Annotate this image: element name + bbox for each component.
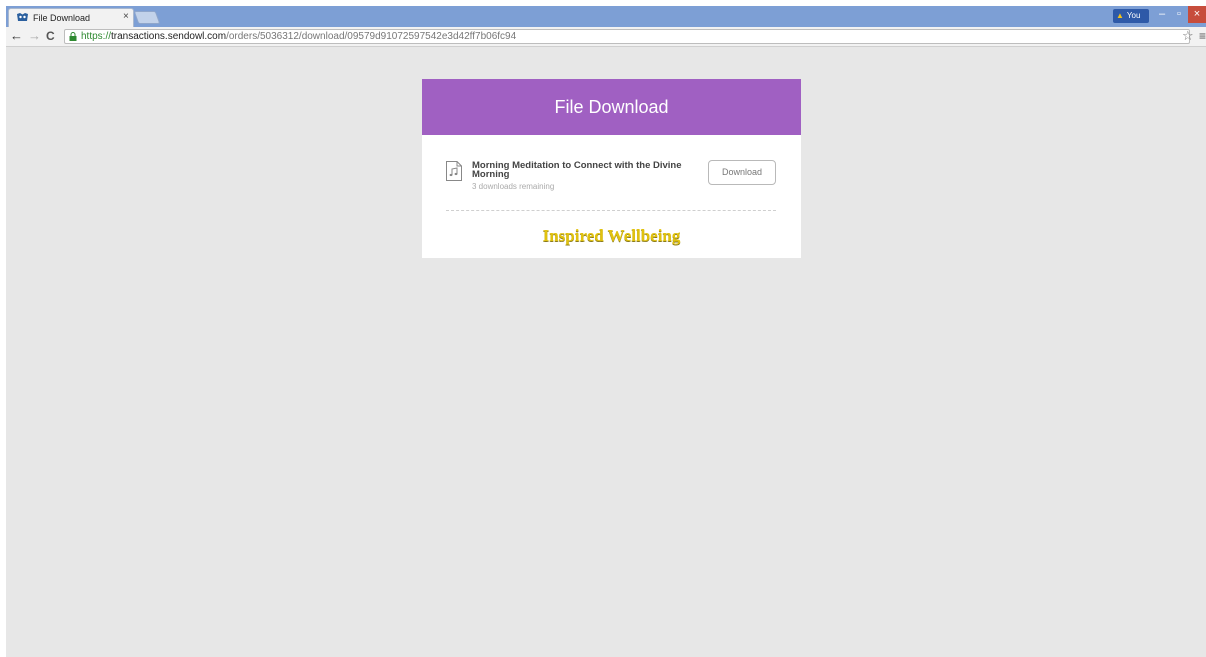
- download-card: File Download Morning Meditation to Conn…: [422, 79, 801, 258]
- new-tab-button[interactable]: [133, 11, 161, 24]
- url-scheme: https://: [81, 31, 112, 42]
- address-bar[interactable]: https://transactions.sendowl.com/orders/…: [64, 29, 1190, 44]
- file-name: Morning Meditation to Connect with the D…: [472, 160, 682, 180]
- minimize-button[interactable]: –: [1154, 6, 1170, 23]
- tab-strip: File Download × ▲ You – ▫ ×: [6, 6, 1206, 27]
- browser-window: File Download × ▲ You – ▫ × ← → C https:/…: [6, 6, 1206, 657]
- reload-icon[interactable]: C: [46, 28, 55, 44]
- restore-button[interactable]: ▫: [1171, 6, 1187, 23]
- brand-logo: Inspired Wellbeing: [542, 226, 681, 245]
- page-title: File Download: [422, 79, 801, 135]
- url-text: https://transactions.sendowl.com/orders/…: [81, 31, 516, 43]
- close-window-button[interactable]: ×: [1188, 6, 1206, 23]
- warning-icon: ▲: [1116, 11, 1124, 20]
- audio-file-icon: [446, 161, 462, 181]
- star-icon[interactable]: ☆: [1182, 28, 1194, 44]
- lock-icon: [69, 32, 77, 41]
- url-path: /orders/5036312/download/09579d910725975…: [226, 31, 517, 42]
- profile-badge[interactable]: ▲ You: [1113, 9, 1149, 23]
- file-item: Morning Meditation to Connect with the D…: [422, 135, 801, 215]
- menu-icon[interactable]: ≡: [1199, 28, 1206, 44]
- back-arrow-icon[interactable]: ←: [10, 28, 23, 44]
- download-button[interactable]: Download: [708, 160, 776, 185]
- downloads-remaining: 3 downloads remaining: [472, 182, 555, 191]
- browser-toolbar: ← → C https://transactions.sendowl.com/o…: [6, 27, 1206, 47]
- tab-close-icon[interactable]: ×: [123, 11, 129, 22]
- tab-title: File Download: [33, 13, 91, 23]
- url-host: transactions.sendowl.com: [111, 31, 227, 42]
- forward-arrow-icon[interactable]: →: [28, 28, 41, 44]
- divider: [446, 210, 776, 211]
- profile-name: You: [1126, 11, 1141, 20]
- owl-favicon-icon: [17, 13, 28, 21]
- tab-file-download[interactable]: File Download ×: [8, 8, 134, 27]
